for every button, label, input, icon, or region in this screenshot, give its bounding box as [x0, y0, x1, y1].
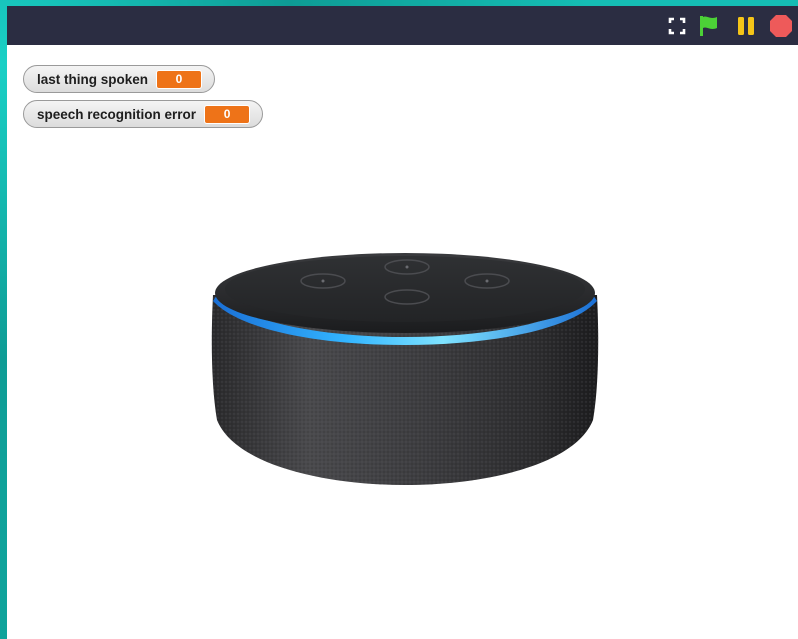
watcher-label: last thing spoken [37, 71, 149, 87]
green-flag-icon [700, 16, 717, 36]
watcher-value: 0 [204, 104, 251, 124]
watcher-value: 0 [156, 69, 203, 89]
stage-controls-bar [7, 6, 798, 45]
fullscreen-button[interactable] [665, 14, 689, 38]
green-flag-button[interactable] [697, 14, 721, 38]
pause-icon [738, 17, 754, 35]
stop-button[interactable] [769, 14, 793, 38]
variable-watcher-last-thing-spoken: last thing spoken 0 [23, 65, 216, 93]
fullscreen-icon [668, 17, 686, 35]
smart-speaker-image[interactable] [205, 245, 605, 490]
stage-window: last thing spoken 0 speech recognition e… [7, 6, 798, 639]
watcher-label: speech recognition error [37, 106, 197, 122]
stop-icon [770, 15, 792, 37]
stage[interactable]: last thing spoken 0 speech recognition e… [7, 45, 798, 639]
pause-button[interactable] [734, 14, 758, 38]
variable-watcher-speech-recognition-error: speech recognition error 0 [23, 100, 264, 128]
